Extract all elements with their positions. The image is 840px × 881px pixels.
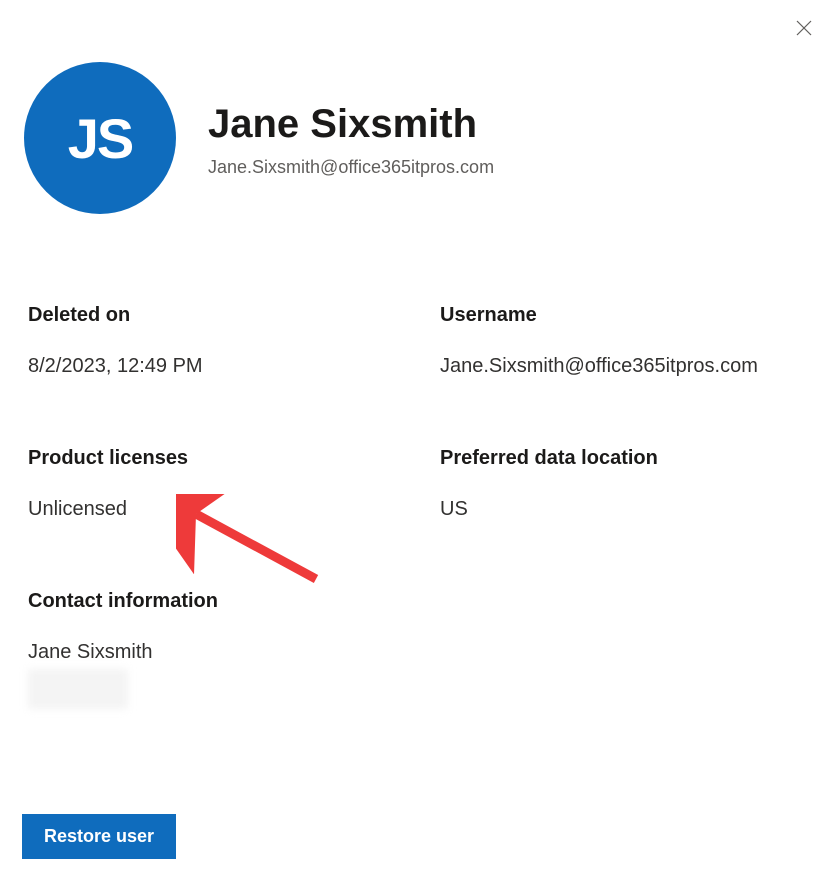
field-deleted-on: Deleted on 8/2/2023, 12:49 PM — [28, 304, 400, 381]
user-display-name: Jane Sixsmith — [208, 102, 494, 147]
user-header: JS Jane Sixsmith Jane.Sixsmith@office365… — [0, 0, 840, 214]
field-empty — [440, 590, 812, 718]
avatar-initials: JS — [68, 106, 133, 171]
field-username: Username Jane.Sixsmith@office365itpros.c… — [440, 304, 812, 381]
value-deleted-on: 8/2/2023, 12:49 PM — [28, 351, 400, 381]
field-contact-information: Contact information Jane Sixsmith — [28, 590, 400, 718]
value-contact-information: Jane Sixsmith — [28, 637, 400, 718]
restore-user-button[interactable]: Restore user — [22, 814, 176, 859]
label-deleted-on: Deleted on — [28, 304, 400, 327]
contact-redacted — [28, 669, 128, 709]
user-title-block: Jane Sixsmith Jane.Sixsmith@office365itp… — [208, 98, 494, 178]
field-product-licenses: Product licenses Unlicensed — [28, 447, 400, 524]
label-username: Username — [440, 304, 812, 327]
value-product-licenses: Unlicensed — [28, 494, 400, 524]
details-grid: Deleted on 8/2/2023, 12:49 PM Username J… — [0, 214, 840, 718]
value-preferred-data-location: US — [440, 494, 812, 524]
label-contact-information: Contact information — [28, 590, 400, 613]
value-username: Jane.Sixsmith@office365itpros.com — [440, 351, 812, 381]
avatar: JS — [24, 62, 176, 214]
contact-name: Jane Sixsmith — [28, 641, 153, 663]
close-button[interactable] — [790, 14, 818, 42]
footer-bar: Restore user — [0, 800, 840, 881]
label-preferred-data-location: Preferred data location — [440, 447, 812, 470]
user-email: Jane.Sixsmith@office365itpros.com — [208, 157, 494, 178]
close-icon — [794, 18, 814, 38]
label-product-licenses: Product licenses — [28, 447, 400, 470]
field-preferred-data-location: Preferred data location US — [440, 447, 812, 524]
